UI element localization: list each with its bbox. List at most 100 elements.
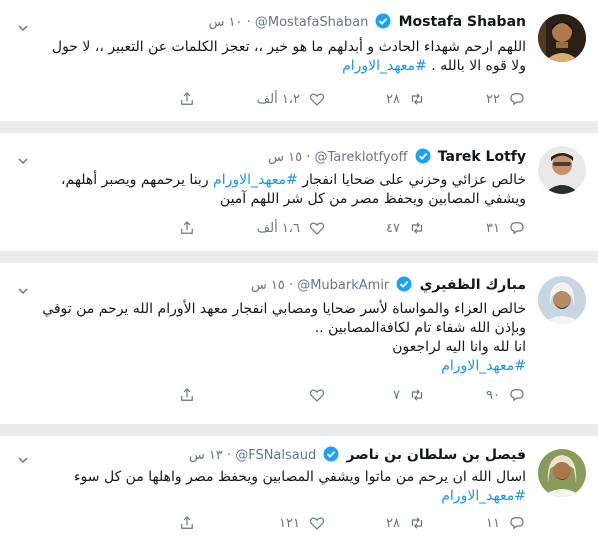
handle[interactable]: @Tareklotfyoff [315, 150, 408, 165]
hashtag-link[interactable]: #معهد_الاورام [342, 58, 427, 74]
like-button[interactable]: ١،٢ ألف [226, 90, 326, 108]
share-button[interactable] [178, 514, 196, 532]
timestamp[interactable]: ١٥ س [268, 150, 302, 165]
retweet-count: ٢٨ [386, 91, 400, 107]
avatar[interactable] [538, 14, 586, 62]
reply-button[interactable]: ٩٠ [426, 386, 526, 404]
like-button[interactable] [226, 386, 326, 404]
tweet-card[interactable]: Tarek Lotfy @Tareklotfyoff · ١٥ س خالص ع… [0, 133, 598, 251]
separator-dot: · [302, 150, 311, 165]
tweet-line: اللهم ارحم شهداء الحادث و أبدلهم ما هو خ… [51, 39, 526, 55]
tweet-line: اسال الله ان يرحم من ماتوا ويشفي المصابي… [73, 469, 526, 485]
like-count: ١٢١ [279, 515, 300, 531]
avatar[interactable] [538, 449, 586, 497]
tweet-line: وبإذن الله شفاء تام لكافةالمصابين .. [314, 320, 526, 336]
retweet-icon [411, 222, 423, 234]
tweet-feed: Mostafa Shaban @MostafaShaban · ١٠ س الل… [0, 0, 598, 545]
like-icon [309, 389, 325, 402]
tweet-actions: ٢٢ ٢٨ ١،٢ ألف [106, 89, 526, 109]
verified-icon [396, 276, 412, 292]
tweet-line-text: خالص عزائي وحزني على ضحايا انفجار [297, 172, 526, 188]
retweet-count: ٤٧ [386, 220, 400, 236]
separator-dot: · [284, 278, 294, 293]
timestamp[interactable]: ١٣ س [189, 448, 223, 463]
chevron-down-icon[interactable] [18, 450, 28, 464]
tweet-line: خالص العزاء والمواساة لأسر ضحايا ومصابي … [42, 301, 526, 317]
retweet-icon [411, 93, 423, 105]
retweet-button[interactable]: ٤٧ [326, 219, 426, 237]
reply-count: ٢٢ [486, 91, 500, 107]
tweet-text: خالص العزاء والمواساة لأسر ضحايا ومصابي … [26, 300, 526, 376]
share-icon [181, 388, 193, 401]
handle[interactable]: @FSNalsaud [235, 448, 316, 463]
reply-icon [510, 389, 524, 402]
handle[interactable]: @MostafaShaban [255, 15, 368, 30]
tweet-actions: ١١ ٢٨ ١٢١ [106, 513, 526, 533]
tweet-actions: ٩٠ ٧ [106, 385, 526, 405]
retweet-button[interactable]: ٢٨ [326, 90, 426, 108]
like-icon [309, 222, 325, 235]
chevron-down-icon[interactable] [18, 151, 28, 165]
retweet-count: ٧ [393, 387, 400, 403]
tweet-card[interactable]: Mostafa Shaban @MostafaShaban · ١٠ س الل… [0, 0, 598, 121]
share-button[interactable] [178, 386, 196, 404]
tweet-text: خالص عزائي وحزني على ضحايا انفجار #معهد_… [26, 171, 526, 209]
tweet-line: #معهد_الاورام [26, 357, 526, 376]
share-button[interactable] [178, 219, 196, 237]
retweet-icon [411, 389, 423, 401]
display-name[interactable]: مبارك الظفيري [420, 277, 526, 293]
tweet-line-text: ولا قوه الا بالله . [426, 58, 526, 74]
retweet-button[interactable]: ٢٨ [326, 514, 426, 532]
timestamp[interactable]: ١٠ س [208, 15, 242, 30]
reply-count: ٩٠ [486, 387, 500, 403]
retweet-icon [411, 517, 423, 529]
tweet-text: اسال الله ان يرحم من ماتوا ويشفي المصابي… [26, 468, 526, 506]
like-button[interactable]: ١٢١ [226, 514, 326, 532]
share-icon [181, 92, 193, 105]
hashtag-link[interactable]: #معهد_الاورام [213, 172, 298, 188]
tweet-card[interactable]: فيصل بن سلطان بن ناصر @FSNalsaud · ١٣ س … [0, 436, 598, 545]
hashtag-link[interactable]: #معهد_الاورام [441, 358, 526, 374]
tweet-line: ولا قوه الا بالله . #معهد_الاورام [26, 57, 526, 76]
verified-icon [375, 13, 391, 29]
like-count: ١،٦ ألف [256, 220, 300, 236]
display-name[interactable]: فيصل بن سلطان بن ناصر [347, 447, 526, 463]
verified-icon [323, 446, 339, 462]
handle[interactable]: @MubarkAmir [297, 278, 389, 293]
tweet-line: #معهد_الاورام [26, 487, 526, 506]
tweet-line: انا لله وانا اليه لراجعون [392, 339, 526, 355]
tweet-line-text: ربنا يرحمهم ويصبر أهلهم، [61, 172, 214, 188]
retweet-count: ٢٨ [386, 515, 400, 531]
chevron-down-icon[interactable] [18, 281, 28, 295]
separator-dot: · [242, 15, 251, 30]
timestamp[interactable]: ١٥ س [251, 278, 285, 293]
tweet-line: خالص عزائي وحزني على ضحايا انفجار #معهد_… [26, 171, 526, 190]
share-icon [181, 221, 193, 234]
reply-icon [510, 517, 524, 530]
tweet-actions: ٣١ ٤٧ ١،٦ ألف [106, 218, 526, 238]
display-name[interactable]: Mostafa Shaban [399, 14, 526, 30]
tweet-header: فيصل بن سلطان بن ناصر @FSNalsaud · ١٣ س [189, 446, 526, 465]
verified-icon [415, 148, 431, 164]
reply-button[interactable]: ١١ [426, 514, 526, 532]
share-button[interactable] [178, 90, 196, 108]
reply-button[interactable]: ٢٢ [426, 90, 526, 108]
like-button[interactable]: ١،٦ ألف [226, 219, 326, 237]
reply-count: ١١ [486, 515, 500, 531]
avatar[interactable] [538, 276, 586, 324]
avatar[interactable] [538, 146, 586, 194]
retweet-button[interactable]: ٧ [326, 386, 426, 404]
reply-button[interactable]: ٣١ [426, 219, 526, 237]
tweet-header: مبارك الظفيري @MubarkAmir · ١٥ س [251, 276, 526, 295]
tweet-text: اللهم ارحم شهداء الحادث و أبدلهم ما هو خ… [26, 38, 526, 76]
hashtag-link[interactable]: #معهد_الاورام [441, 488, 526, 504]
tweet-card[interactable]: مبارك الظفيري @MubarkAmir · ١٥ س خالص ال… [0, 263, 598, 424]
reply-icon [510, 93, 524, 106]
tweet-header: Tarek Lotfy @Tareklotfyoff · ١٥ س [268, 148, 526, 167]
chevron-down-icon[interactable] [18, 18, 28, 32]
like-icon [309, 517, 325, 530]
share-icon [181, 516, 193, 529]
display-name[interactable]: Tarek Lotfy [438, 149, 526, 165]
reply-icon [510, 222, 524, 235]
separator-dot: · [222, 448, 232, 463]
